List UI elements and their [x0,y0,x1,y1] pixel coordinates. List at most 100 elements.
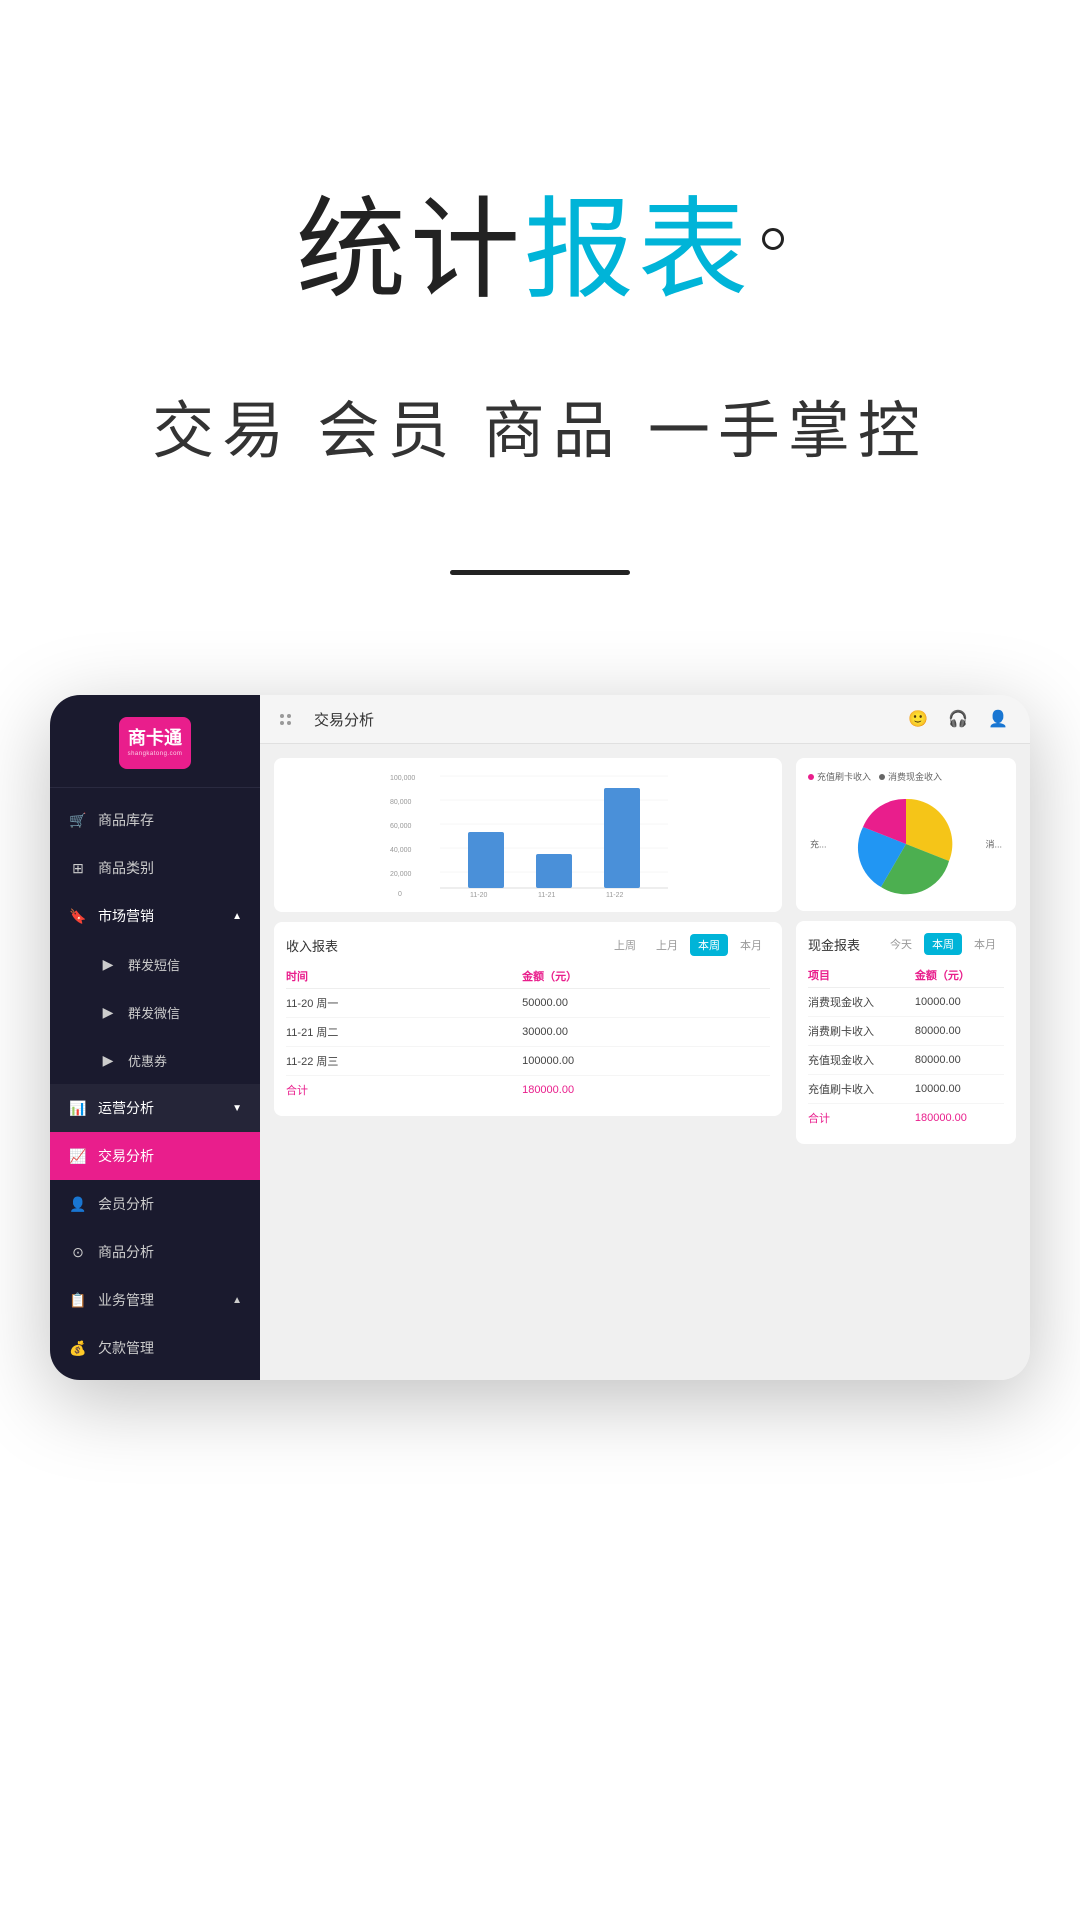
sidebar-item-member-label: 会员分析 [98,1194,154,1214]
sidebar-item-transaction[interactable]: 📈 交易分析 [50,1132,260,1180]
tab-last-month[interactable]: 上月 [648,934,686,956]
cash-tab-month[interactable]: 本月 [966,933,1004,955]
sidebar-item-marketing-label: 市场营销 [98,906,154,926]
pie-chart-svg [851,789,961,899]
wechat-icon: ▶ [98,1002,118,1022]
bar-chart-card: 100,000 80,000 60,000 40,000 20,000 0 [274,758,782,912]
col-amount: 金额（元） [522,964,770,989]
svg-text:0: 0 [398,891,402,898]
sidebar-item-marketing[interactable]: 🔖 市场营销 ▲ [50,892,260,940]
legend-item-recharge-card: 充值刷卡收入 [808,770,871,783]
tag-icon: ▶ [98,1050,118,1070]
content-area: 100,000 80,000 60,000 40,000 20,000 0 [260,744,1030,1380]
cash-tab-week[interactable]: 本周 [924,933,962,955]
legend-label-consume-cash: 消费现金收入 [888,770,942,783]
sidebar-item-sms-label: 群发短信 [128,955,180,974]
bookmark-icon: 🔖 [68,906,88,926]
business-arrow-icon: ▲ [232,1295,242,1306]
cell-date: 11-20 周一 [286,989,522,1018]
income-table-header: 收入报表 上周 上月 本周 本月 [286,934,770,956]
pie-right-label: 消... [985,838,1002,851]
cash-item: 充值刷卡收入 [808,1075,915,1104]
table-row: 11-20 周一 50000.00 [286,989,770,1018]
grid-icon: ⊞ [68,858,88,878]
table-row: 充值刷卡收入 10000.00 [808,1075,1004,1104]
topbar-title: 交易分析 [314,709,374,730]
cash-item: 消费现金收入 [808,988,915,1017]
cash-total-label: 合计 [808,1104,915,1133]
cell-amount: 50000.00 [522,989,770,1018]
sidebar-item-debt[interactable]: 💰 欠款管理 [50,1324,260,1372]
svg-text:80,000: 80,000 [390,799,412,806]
profile-icon[interactable]: 👤 [986,707,1010,731]
cash-col-item: 项目 [808,963,915,988]
logo-pinyin: shangkatong.com [128,751,183,757]
sms-icon: ▶ [98,954,118,974]
sidebar-item-transaction-label: 交易分析 [98,1146,154,1166]
cell-date: 11-22 周三 [286,1047,522,1076]
sidebar-item-wechat[interactable]: ▶ 群发微信 [50,988,260,1036]
income-total-row: 合计 180000.00 [286,1076,770,1105]
hero-section: 统计报表 交易 会员 商品 一手掌控 [0,0,1080,575]
svg-text:11-20: 11-20 [470,892,487,899]
hero-subtitle: 交易 会员 商品 一手掌控 [152,380,928,470]
cash-amount: 80000.00 [915,1017,1004,1046]
cash-item: 消费刷卡收入 [808,1017,915,1046]
pie-left-label: 充... [810,838,827,851]
cash-total-amount: 180000.00 [915,1104,1004,1133]
sidebar-item-wechat-label: 群发微信 [128,1003,180,1022]
income-tab-group: 上周 上月 本周 本月 [606,934,770,956]
sidebar-item-operations[interactable]: 📊 运营分析 ▼ [50,1084,260,1132]
sidebar-item-category[interactable]: ⊞ 商品类别 [50,844,260,892]
svg-text:11-22: 11-22 [606,892,623,899]
menu-dots-icon[interactable] [280,708,302,730]
hero-title: 统计报表 [296,160,784,320]
trend-icon: 📈 [68,1146,88,1166]
sidebar: 商卡通 shangkatong.com 🛒 商品库存 ⊞ 商品类别 🔖 市场营销… [50,695,260,1380]
tab-last-week[interactable]: 上周 [606,934,644,956]
cash-total-row: 合计 180000.00 [808,1104,1004,1133]
cell-amount: 100000.00 [522,1047,770,1076]
sidebar-item-sms[interactable]: ▶ 群发短信 [50,940,260,988]
total-label: 合计 [286,1076,522,1105]
cash-col-amount: 金额（元） [915,963,1004,988]
sidebar-item-inventory[interactable]: 🛒 商品库存 [50,796,260,844]
left-panel: 100,000 80,000 60,000 40,000 20,000 0 [274,758,782,1366]
chevron-down-icon: ▼ [232,1103,242,1114]
right-panel: 充值刷卡收入 消费现金收入 [796,758,1016,1366]
sidebar-item-business-label: 业务管理 [98,1290,154,1310]
headphone-icon[interactable]: 🎧 [946,707,970,731]
sidebar-item-category-label: 商品类别 [98,858,154,878]
topbar: 交易分析 🙂 🎧 👤 [260,695,1030,744]
logo-chinese: 商卡通 [128,729,182,749]
hero-title-black: 统计 [296,189,524,312]
cash-table-title: 现金报表 [808,935,860,954]
svg-text:100,000: 100,000 [390,775,415,782]
main-content: 交易分析 🙂 🎧 👤 100,000 [260,695,1030,1380]
logo-box: 商卡通 shangkatong.com [119,717,191,769]
pie-legend: 充值刷卡收入 消费现金收入 [808,770,1004,783]
cash-item: 充值现金收入 [808,1046,915,1075]
hero-divider [450,570,630,575]
tab-this-week[interactable]: 本周 [690,934,728,956]
money-icon: 💰 [68,1338,88,1358]
tab-this-month[interactable]: 本月 [732,934,770,956]
sidebar-menu: 🛒 商品库存 ⊞ 商品类别 🔖 市场营销 ▲ ▶ 群发短信 ▶ [50,788,260,1380]
sidebar-item-business[interactable]: 📋 业务管理 ▲ [50,1276,260,1324]
table-row: 消费现金收入 10000.00 [808,988,1004,1017]
hero-dot [762,228,784,250]
hero-title-accent: 报表 [524,189,752,312]
legend-item-consume-cash: 消费现金收入 [879,770,942,783]
sidebar-item-coupon[interactable]: ▶ 优惠券 [50,1036,260,1084]
svg-text:40,000: 40,000 [390,847,412,854]
chevron-up-icon: ▲ [232,911,242,922]
sidebar-item-coupon-label: 优惠券 [128,1051,167,1070]
col-date: 时间 [286,964,522,989]
sidebar-item-product-label: 商品分析 [98,1242,154,1262]
sidebar-item-member[interactable]: 👤 会员分析 [50,1180,260,1228]
cell-amount: 30000.00 [522,1018,770,1047]
table-row: 充值现金收入 80000.00 [808,1046,1004,1075]
sidebar-item-product[interactable]: ⊙ 商品分析 [50,1228,260,1276]
cash-tab-today[interactable]: 今天 [882,933,920,955]
emoji-icon[interactable]: 🙂 [906,707,930,731]
